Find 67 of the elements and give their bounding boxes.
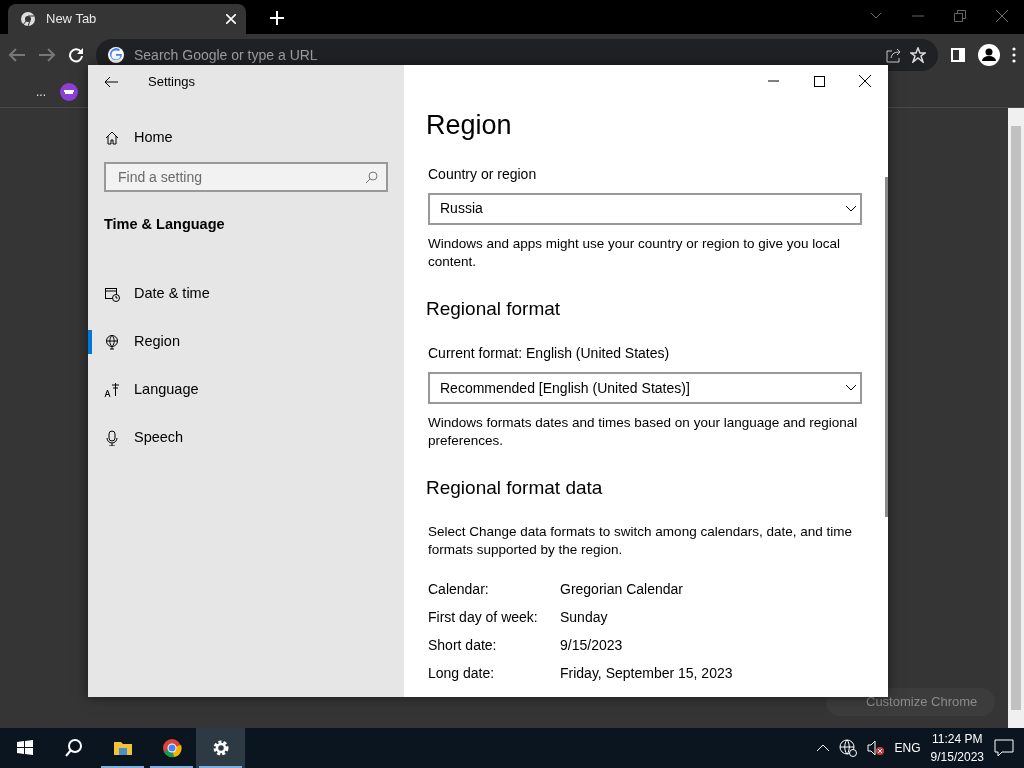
search-icon (365, 170, 378, 184)
page-heading: Region (426, 109, 513, 142)
forward-icon[interactable] (38, 47, 56, 63)
window-title: Settings (148, 72, 195, 91)
bookmarks-overflow[interactable]: ... (36, 82, 46, 101)
close-icon[interactable] (859, 75, 871, 87)
bookmark-icon[interactable] (60, 82, 78, 101)
google-icon (108, 47, 124, 63)
reload-icon[interactable] (68, 47, 84, 63)
nav-item[interactable]: Date & time (88, 269, 404, 318)
home-icon (104, 130, 120, 146)
star-icon[interactable] (910, 47, 926, 63)
chevron-icon (846, 385, 856, 391)
format-label: First day of week: (428, 607, 539, 627)
muted-speaker-icon[interactable] (866, 740, 885, 756)
share-icon[interactable] (886, 47, 902, 63)
taskbar-button[interactable] (196, 728, 245, 768)
tab-title: New Tab (46, 10, 98, 29)
search-icon (63, 738, 84, 758)
profile-icon[interactable] (978, 44, 1000, 66)
description-text: Select Change data formats to switch among calendars, date, and time formats supported by the region. (428, 522, 853, 559)
format-value: Sunday (560, 607, 609, 627)
language-icon (104, 381, 120, 398)
tab-search-icon[interactable] (870, 12, 882, 20)
nav-item[interactable]: Speech (88, 413, 404, 462)
chevron-icon (846, 205, 856, 212)
chrome-icon (161, 738, 182, 758)
search-input[interactable]: Find a setting (116, 165, 365, 189)
language-indicator[interactable]: ENG (894, 739, 921, 757)
description-text: Windows and apps might use your country or region to give you local content. (428, 234, 841, 271)
description-text: Windows formats dates and times based on your language and regional preferences. (428, 414, 859, 450)
format-label: Long date: (428, 663, 496, 683)
restore-icon[interactable] (954, 10, 966, 22)
format-value: Friday, September 15, 2023 (560, 663, 734, 683)
nav-item[interactable]: Language (88, 365, 404, 414)
browser-tab[interactable]: New Tab (8, 4, 246, 34)
minimize-icon[interactable] (767, 80, 779, 82)
clock[interactable]: 11:24 PM 9/15/2023 (930, 730, 984, 766)
scrollbar[interactable] (885, 177, 888, 517)
notification-icon[interactable] (994, 739, 1014, 757)
section-heading: Regional format (426, 296, 562, 321)
maximize-icon[interactable] (813, 75, 825, 87)
dropdown[interactable]: Recommended [English (United States)] (428, 372, 862, 404)
format-label: Short date: (428, 635, 498, 655)
home-link[interactable]: Home (88, 114, 404, 162)
chrome-icon (20, 11, 36, 27)
new-tab-icon[interactable] (270, 11, 284, 25)
start-icon (14, 738, 35, 758)
format-value: 9/15/2023 (560, 635, 624, 655)
nav-item[interactable]: Region (88, 317, 404, 366)
search-field[interactable]: Find a setting (104, 162, 388, 192)
scrollbar[interactable] (1008, 108, 1024, 728)
dropdown[interactable]: Russia (428, 192, 862, 225)
network-icon[interactable] (838, 739, 857, 757)
chevron-up-icon[interactable] (816, 744, 829, 752)
format-value: Gregorian Calendar (560, 579, 684, 599)
section-heading: Regional format data (426, 476, 604, 500)
field-label: Current format: English (United States) (428, 344, 671, 363)
microphone-icon (104, 429, 120, 446)
section-title: Time & Language (103, 215, 226, 234)
back-icon[interactable] (104, 75, 118, 88)
calendar-clock-icon (104, 285, 120, 302)
globe-icon (104, 333, 120, 350)
format-label: Calendar: (428, 579, 490, 599)
side-panel-icon[interactable] (950, 47, 966, 63)
menu-icon[interactable] (1012, 47, 1016, 63)
field-label: Country or region (428, 164, 538, 184)
